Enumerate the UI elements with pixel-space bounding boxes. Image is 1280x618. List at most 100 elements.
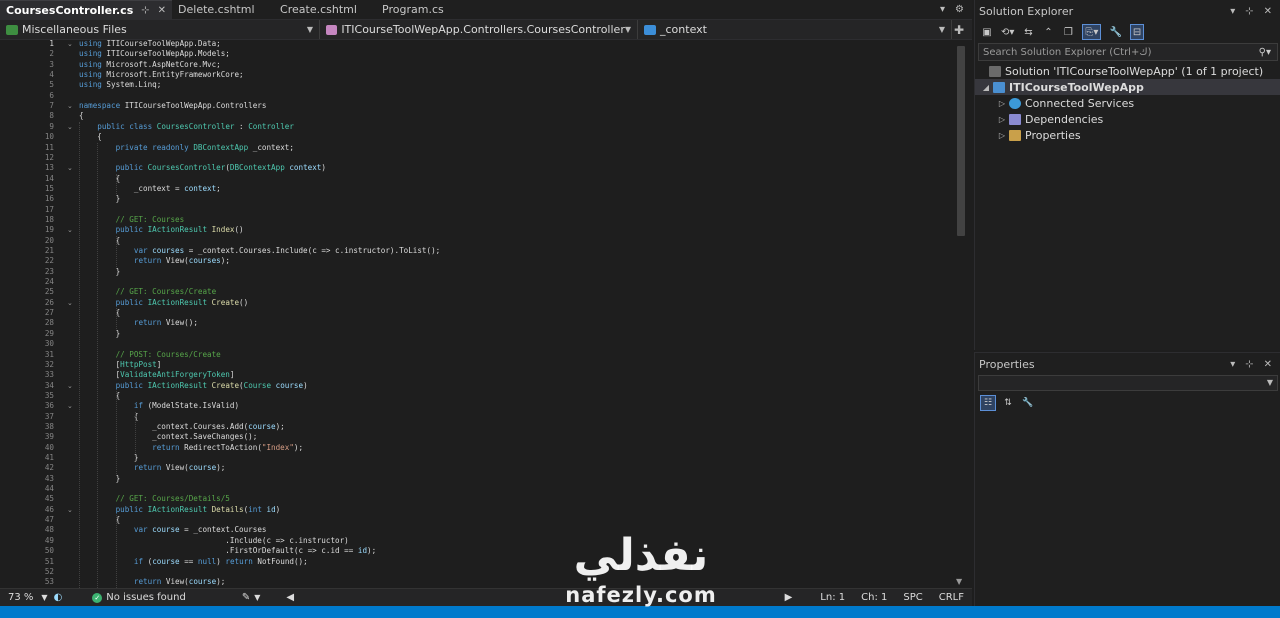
line-number: 23 (44, 266, 54, 276)
editor-pane: CoursesController.cs ⊹ ✕ Delete.cshtml C… (0, 0, 972, 606)
zoom-level: 73 % (8, 592, 34, 603)
preview-icon[interactable]: ⊟ (1129, 24, 1145, 40)
switch-views-icon[interactable]: ▣ (981, 24, 993, 40)
history-icon[interactable]: ⟲▾ (1001, 24, 1014, 40)
code-token: { (79, 235, 121, 245)
fold-toggle-icon[interactable]: ⌄ (67, 401, 73, 411)
line-number: 53 (44, 577, 54, 587)
code-line: // GET: Courses/Details/5 (79, 494, 230, 504)
code-line: // GET: Courses (79, 215, 185, 225)
code-token: Details (211, 504, 244, 514)
close-icon[interactable]: ✕ (158, 5, 166, 16)
sync-icon[interactable]: ⇆ (1022, 24, 1034, 40)
filter-icon[interactable]: ⎘▾ (1082, 24, 1102, 40)
pin-icon[interactable]: ⊹ (1245, 359, 1253, 370)
line-indicator[interactable]: Ln: 1 (812, 589, 853, 606)
solution-explorer-search-input[interactable]: Search Solution Explorer (Ctrl+ك) ⚲▾ (978, 43, 1278, 61)
object-selector-dropdown[interactable]: ▼ (978, 375, 1278, 391)
line-number: 3 (49, 59, 54, 69)
code-token: { (79, 173, 121, 183)
issues-text: No issues found (106, 592, 186, 603)
pin-icon[interactable]: ⊹ (141, 5, 149, 16)
code-editor[interactable]: 1 2 3 4 5 6 7 8 9 10 11 12 13 14 15 16 17 18 19 20 21 22 23 24 2… (0, 40, 972, 588)
collapsed-arrow-icon[interactable]: ▷ (997, 99, 1007, 108)
code-token: course (152, 525, 180, 535)
fold-toggle-icon[interactable]: ⌄ (67, 298, 73, 308)
column-indicator[interactable]: Ch: 1 (853, 589, 895, 606)
tree-item-connected-services[interactable]: ▷ Connected Services (975, 95, 1280, 111)
code-token: ITICourseToolWepApp.Data; (106, 40, 221, 48)
panel-menu-icon[interactable]: ▾ (1230, 359, 1235, 370)
code-line: if (ModelState.IsValid) (79, 401, 239, 411)
collapse-all-icon[interactable]: ⌃ (1042, 24, 1054, 40)
fold-toggle-icon[interactable]: ⌄ (67, 505, 73, 515)
expanded-arrow-icon[interactable]: ◢ (981, 83, 991, 92)
copilot-icon[interactable]: ◐ (54, 592, 63, 603)
code-line: return View(courses); (79, 256, 230, 266)
line-number: 50 (44, 546, 54, 556)
search-icon[interactable]: ⚲▾ (1259, 47, 1271, 58)
categorized-icon[interactable]: ☷ (980, 395, 996, 411)
class-dropdown[interactable]: ITICourseToolWepApp.Controllers.CoursesC… (320, 20, 638, 39)
tab-delete-cshtml[interactable]: Delete.cshtml (172, 0, 274, 19)
properties-wrench-icon[interactable]: 🔧 (1109, 24, 1121, 40)
tab-courses-controller[interactable]: CoursesController.cs ⊹ ✕ (0, 0, 173, 19)
collapsed-arrow-icon[interactable]: ▷ (997, 131, 1007, 140)
code-line: { (79, 308, 121, 318)
csharp-file-icon (6, 24, 18, 35)
indent-guide (116, 173, 117, 195)
split-editor-icon[interactable]: ✚ (954, 23, 964, 37)
tree-item-project[interactable]: ◢ ITICourseToolWepApp (975, 79, 1280, 95)
fold-toggle-icon[interactable]: ⌄ (67, 101, 73, 111)
tab-create-cshtml[interactable]: Create.cshtml (274, 0, 376, 19)
issues-indicator[interactable]: ✓ No issues found (84, 589, 194, 606)
editor-status-row: 73 % ▼ ◐ ✓ No issues found ✎ ▼ ◀ ▶ Ln: 1… (0, 588, 972, 606)
line-number: 16 (44, 194, 54, 204)
settings-gear-icon[interactable]: ⚙ (955, 4, 964, 15)
tree-item-properties[interactable]: ▷ Properties (975, 127, 1280, 143)
code-token: () (239, 297, 249, 307)
code-token: Microsoft.EntityFrameworkCore; (101, 70, 244, 80)
pin-icon[interactable]: ⊹ (1245, 6, 1253, 17)
alphabetical-icon[interactable]: ⇅ (1000, 395, 1016, 411)
fold-toggle-icon[interactable]: ⌄ (67, 40, 73, 49)
code-line: public IActionResult Index() (79, 225, 244, 235)
fold-toggle-icon[interactable]: ⌄ (67, 381, 73, 391)
show-all-files-icon[interactable]: ❐ (1062, 24, 1074, 40)
close-icon[interactable]: ✕ (1264, 6, 1272, 17)
line-number: 18 (44, 214, 54, 224)
code-line: if (course == null) return NotFound(); (79, 557, 308, 567)
code-cleanup-button[interactable]: ✎ ▼ (234, 589, 269, 606)
code-token: ] (156, 359, 162, 369)
fold-toggle-icon[interactable]: ⌄ (67, 122, 73, 132)
close-icon[interactable]: ✕ (1264, 359, 1272, 370)
property-pages-wrench-icon[interactable]: 🔧 (1020, 395, 1036, 411)
tab-label: Create.cshtml (280, 3, 357, 16)
scroll-left-arrow-icon[interactable]: ◀ (278, 589, 302, 606)
tab-program-cs[interactable]: Program.cs (376, 0, 476, 19)
member-dropdown[interactable]: _context ▼ (638, 20, 952, 39)
code-line: public class CoursesController : Control… (79, 122, 294, 132)
fold-toggle-icon[interactable]: ⌄ (67, 163, 73, 173)
whitespace-indicator[interactable]: SPC (895, 589, 930, 606)
scroll-right-arrow-icon[interactable]: ▶ (777, 589, 801, 606)
fold-toggle-icon[interactable]: ⌄ (67, 225, 73, 235)
scrollbar-thumb[interactable] (957, 46, 965, 236)
tab-list-dropdown-icon[interactable]: ▾ (940, 4, 945, 15)
code-token: IActionResult (147, 297, 208, 307)
collapsed-arrow-icon[interactable]: ▷ (997, 115, 1007, 124)
line-ending-indicator[interactable]: CRLF (931, 589, 972, 606)
zoom-dropdown[interactable]: 73 % ▼ ◐ (0, 589, 70, 606)
panel-menu-icon[interactable]: ▾ (1230, 6, 1235, 17)
code-token: { (79, 111, 84, 121)
vertical-scrollbar[interactable]: ▼ (954, 40, 968, 588)
tree-item-solution[interactable]: Solution 'ITICourseToolWepApp' (1 of 1 p… (975, 63, 1280, 79)
code-line: { (79, 412, 139, 422)
tree-item-dependencies[interactable]: ▷ Dependencies (975, 111, 1280, 127)
code-token: // POST: Courses/Create (115, 349, 221, 359)
project-dropdown[interactable]: Miscellaneous Files ▼ (0, 20, 320, 39)
line-number: 27 (44, 308, 54, 318)
scroll-down-arrow-icon[interactable]: ▼ (956, 577, 962, 586)
code-line: _context.SaveChanges(); (79, 432, 257, 442)
